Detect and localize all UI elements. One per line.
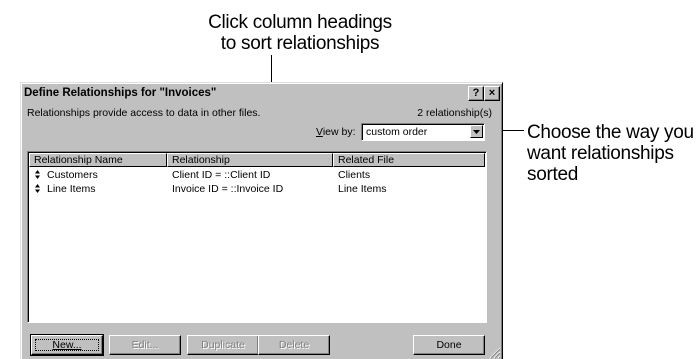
help-button[interactable]: ? xyxy=(468,86,484,101)
column-header-relationship[interactable]: Relationship xyxy=(167,153,333,167)
relationship-count: 2 relationship(s) xyxy=(417,107,492,119)
delete-button[interactable]: Delete xyxy=(258,335,330,355)
callout-sort-columns: Click column headings to sort relationsh… xyxy=(200,12,400,54)
callout-right-line2: want relationships xyxy=(527,143,674,164)
edit-button[interactable]: Edit... xyxy=(109,335,181,355)
column-header-related-file[interactable]: Related File xyxy=(333,153,485,167)
column-header-relationship-name[interactable]: Relationship Name xyxy=(29,153,167,167)
duplicate-button[interactable]: Duplicate xyxy=(187,335,259,355)
define-relationships-dialog: Define Relationships for "Invoices" ? × … xyxy=(20,82,503,359)
callout-top-line1: Click column headings xyxy=(208,12,392,33)
view-by-value: custom order xyxy=(366,126,428,138)
relationship-name: Line Items xyxy=(47,183,96,195)
table-row[interactable]: Customers Client ID = ::Client ID Client… xyxy=(29,169,485,183)
table-row[interactable]: Line Items Invoice ID = ::Invoice ID Lin… xyxy=(29,183,485,197)
callout-view-by: Choose the way you want relationships so… xyxy=(527,122,697,185)
view-by-mnemonic: V xyxy=(316,126,323,138)
dialog-title: Define Relationships for "Invoices" xyxy=(24,87,217,99)
callout-top-line2: to sort relationships xyxy=(220,33,380,54)
relationship-definition: Client ID = ::Client ID xyxy=(172,169,271,181)
close-button[interactable]: × xyxy=(484,86,500,101)
new-button[interactable]: New... xyxy=(30,334,104,356)
view-by-label: View by: xyxy=(316,126,356,138)
related-file: Clients xyxy=(338,169,371,181)
done-button[interactable]: Done xyxy=(413,335,485,355)
drag-handle-icon[interactable] xyxy=(35,184,40,196)
callout-right-line1: Choose the way you xyxy=(527,122,694,143)
dialog-description: Relationships provide access to data in … xyxy=(27,107,261,119)
dialog-titlebar[interactable]: Define Relationships for "Invoices" ? × xyxy=(23,85,500,102)
callout-right-line3: sorted xyxy=(527,164,579,185)
focus-rect xyxy=(35,339,99,351)
view-by-select[interactable]: custom order xyxy=(361,123,485,141)
relationships-list[interactable]: Relationship Name Relationship Related F… xyxy=(27,151,487,323)
resize-grip-icon[interactable] xyxy=(489,347,501,359)
related-file: Line Items xyxy=(338,183,387,195)
drag-handle-icon[interactable] xyxy=(35,170,40,182)
relationship-name: Customers xyxy=(47,169,98,181)
chevron-down-icon[interactable] xyxy=(470,125,483,138)
relationship-definition: Invoice ID = ::Invoice ID xyxy=(172,183,284,195)
view-by-label-rest: iew by: xyxy=(322,126,356,138)
